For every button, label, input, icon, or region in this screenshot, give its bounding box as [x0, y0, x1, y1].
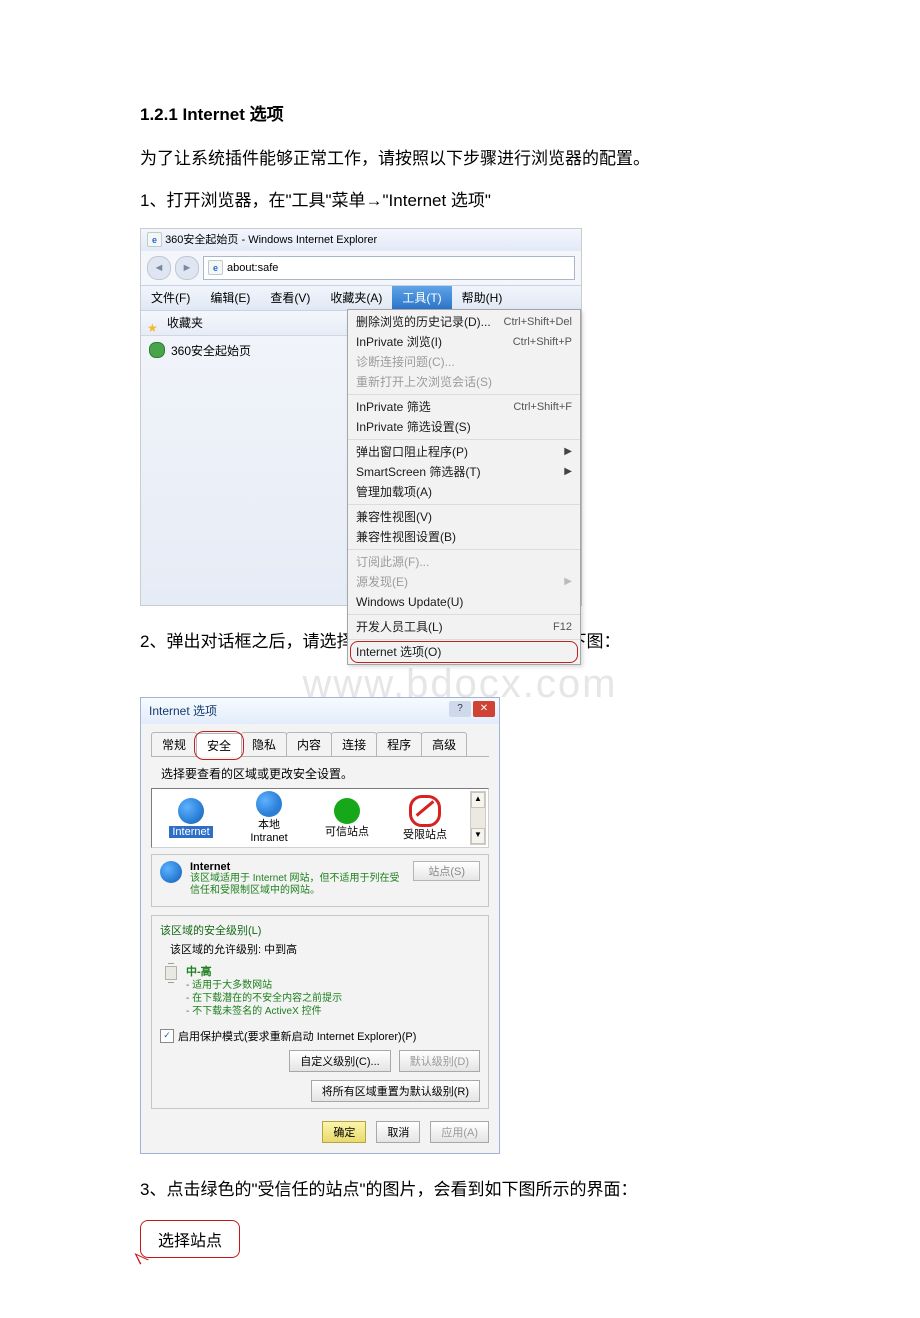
menu-file[interactable]: 文件(F)	[141, 286, 200, 310]
nav-forward-button[interactable]: ►	[175, 256, 199, 280]
zones-subtitle: 选择要查看的区域或更改安全设置。	[161, 765, 489, 782]
menu-inprivate-filter-settings[interactable]: InPrivate 筛选设置(S)	[348, 417, 580, 437]
bullet-1: - 适用于大多数网站	[186, 979, 342, 992]
protected-mode-label: 启用保护模式(要求重新启动 Internet Explorer)(P)	[178, 1028, 416, 1044]
zone-name: Internet	[190, 861, 405, 873]
menu-subscribe-feed[interactable]: 订阅此源(F)...	[348, 552, 580, 572]
step1-text: 1、打开浏览器，在"工具"菜单→"Internet 选项"	[140, 185, 780, 217]
earth-icon	[256, 791, 282, 817]
callout-text: 选择站点	[140, 1220, 240, 1258]
zone-restricted[interactable]: 受限站点	[400, 795, 450, 842]
window-title: e 360安全起始页 - Windows Internet Explorer	[141, 229, 581, 251]
apply-button[interactable]: 应用(A)	[430, 1121, 489, 1143]
menu-favorites[interactable]: 收藏夹(A)	[320, 286, 392, 310]
protected-mode-checkbox[interactable]: ✓	[160, 1029, 174, 1043]
custom-level-button[interactable]: 自定义级别(C)...	[289, 1050, 390, 1072]
menu-feed-discovery[interactable]: 源发现(E)▶	[348, 572, 580, 592]
menu-help[interactable]: 帮助(H)	[452, 286, 513, 310]
heading: 1.2.1 Internet 选项	[140, 100, 780, 125]
menu-reopen-session[interactable]: 重新打开上次浏览会话(S)	[348, 372, 580, 392]
zone-internet[interactable]: Internet	[166, 798, 216, 839]
address-text: about:safe	[227, 262, 278, 274]
menu-popup-blocker[interactable]: 弹出窗口阻止程序(P)▶	[348, 442, 580, 462]
tab-advanced[interactable]: 高级	[421, 732, 467, 756]
zone-desc: 该区域适用于 Internet 网站，但不适用于列在受信任和受限制区域中的网站。	[190, 873, 405, 898]
page-icon: e	[208, 260, 223, 275]
level-allowed: 该区域的允许级别: 中到高	[170, 941, 480, 957]
tab-bar: 常规 安全 隐私 内容 连接 程序 高级	[151, 732, 489, 757]
step3-text: 3、点击绿色的"受信任的站点"的图片，会看到如下图所示的界面：	[140, 1174, 780, 1206]
block-icon	[409, 795, 441, 827]
reset-zones-button[interactable]: 将所有区域重置为默认级别(R)	[311, 1080, 480, 1102]
menu-manage-addons[interactable]: 管理加载项(A)	[348, 482, 580, 502]
security-slider[interactable]	[164, 963, 178, 1018]
ok-button[interactable]: 确定	[322, 1121, 366, 1143]
dialog-help-button[interactable]: ?	[449, 701, 471, 717]
level-name: 中-高	[186, 963, 342, 979]
menu-smartscreen[interactable]: SmartScreen 筛选器(T)▶	[348, 462, 580, 482]
menu-delete-history[interactable]: 删除浏览的历史记录(D)... Ctrl+Shift+Del	[348, 312, 580, 332]
tab-security[interactable]: 安全	[196, 733, 242, 757]
sites-button[interactable]: 站点(S)	[413, 861, 480, 881]
address-bar[interactable]: e about:safe	[203, 256, 575, 280]
menu-compat-view[interactable]: 兼容性视图(V)	[348, 507, 580, 527]
bullet-2: - 在下载潜在的不安全内容之前提示	[186, 992, 342, 1005]
tab-programs[interactable]: 程序	[376, 732, 422, 756]
security-level-group: 该区域的安全级别(L) 该区域的允许级别: 中到高 中-高 - 适用于大多数网站…	[151, 915, 489, 1109]
menu-bar: 文件(F) 编辑(E) 查看(V) 收藏夹(A) 工具(T) 帮助(H)	[141, 285, 581, 311]
tab-label[interactable]: 360安全起始页	[171, 342, 251, 359]
tab-content[interactable]: 内容	[286, 732, 332, 756]
default-level-button[interactable]: 默认级别(D)	[399, 1050, 480, 1072]
tab-privacy[interactable]: 隐私	[241, 732, 287, 756]
menu-view[interactable]: 查看(V)	[260, 286, 320, 310]
menu-edit[interactable]: 编辑(E)	[200, 286, 260, 310]
cancel-button[interactable]: 取消	[376, 1121, 420, 1143]
zones-scrollbar[interactable]: ▲▼	[470, 791, 486, 845]
dialog-close-button[interactable]: ✕	[473, 701, 495, 717]
ie-icon: e	[147, 232, 162, 247]
earth-icon	[160, 861, 182, 883]
menu-compat-view-settings[interactable]: 兼容性视图设置(B)	[348, 527, 580, 547]
level-group-label: 该区域的安全级别(L)	[160, 922, 480, 938]
tools-dropdown: 删除浏览的历史记录(D)... Ctrl+Shift+Del InPrivate…	[347, 309, 581, 665]
ie-window: e 360安全起始页 - Windows Internet Explorer ◄…	[140, 228, 582, 606]
tab-connections[interactable]: 连接	[331, 732, 377, 756]
globe-icon	[149, 342, 165, 358]
menu-tools[interactable]: 工具(T)	[392, 286, 451, 310]
nav-back-button[interactable]: ◄	[147, 256, 171, 280]
zones-list: Internet 本地Intranet 可信站点 受限站点 ▲▼	[151, 788, 489, 848]
favorites-label[interactable]: 收藏夹	[167, 311, 203, 335]
star-icon: ★	[147, 316, 161, 330]
menu-diagnose[interactable]: 诊断连接问题(C)...	[348, 352, 580, 372]
menu-inprivate-browsing[interactable]: InPrivate 浏览(I) Ctrl+Shift+P	[348, 332, 580, 352]
dialog-title: Internet 选项	[149, 704, 217, 718]
check-icon	[334, 798, 360, 824]
menu-dev-tools[interactable]: 开发人员工具(L) F12	[348, 617, 580, 637]
window-title-text: 360安全起始页 - Windows Internet Explorer	[165, 234, 377, 246]
intro-text: 为了让系统插件能够正常工作，请按照以下步骤进行浏览器的配置。	[140, 143, 780, 175]
zone-intranet[interactable]: 本地Intranet	[244, 791, 294, 844]
earth-icon	[178, 798, 204, 824]
zone-trusted[interactable]: 可信站点	[322, 798, 372, 839]
menu-internet-options[interactable]: Internet 选项(O)	[348, 642, 580, 662]
bullet-3: - 不下载未签名的 ActiveX 控件	[186, 1005, 342, 1018]
tab-general[interactable]: 常规	[151, 732, 197, 756]
menu-inprivate-filter[interactable]: InPrivate 筛选 Ctrl+Shift+F	[348, 397, 580, 417]
callout: 选择站点	[140, 1220, 240, 1258]
menu-windows-update[interactable]: Windows Update(U)	[348, 592, 580, 612]
zone-details: Internet 该区域适用于 Internet 网站，但不适用于列在受信任和受…	[151, 854, 489, 907]
internet-options-dialog: Internet 选项 ? ✕ 常规 安全 隐私 内容 连接 程序 高级 选择要…	[140, 697, 500, 1154]
